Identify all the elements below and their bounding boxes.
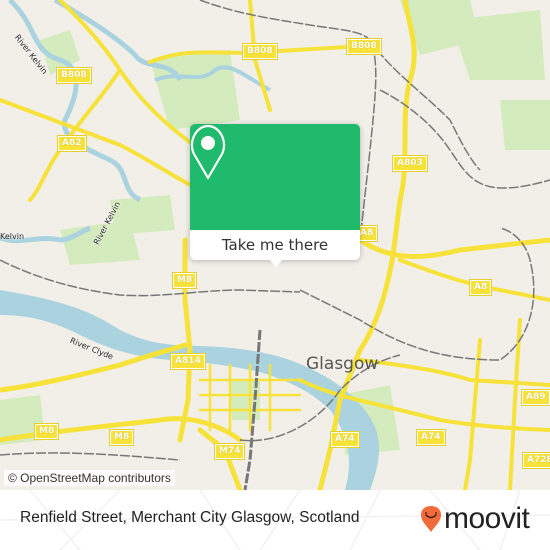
road-label-m74: M74 [213,443,246,460]
road-label-a728: A728 [522,452,550,469]
road-label-b808: B808 [242,43,278,60]
popup-pointer [268,258,284,267]
road-label-m8: M8 [33,423,60,440]
river-label-kelvin: Kelvin [0,232,25,241]
road-label-b808: B808 [346,38,382,55]
location-address: Renfield Street, Merchant City Glasgow, … [20,509,360,526]
map-attribution[interactable]: © OpenStreetMap contributors [4,470,175,486]
road-label-a74: A74 [416,429,446,446]
take-me-there-button[interactable]: Take me there [190,230,360,260]
moovit-logo[interactable]: moovit [420,502,530,535]
popup-header [190,124,360,230]
road-label-a8: A8 [468,279,493,296]
map[interactable]: B808 B808 B808 A82 A803 A8 A8 M8 A814 M8… [0,0,550,490]
road-label-a74: A74 [330,431,360,448]
moovit-pin-icon [421,506,441,532]
road-label-m8: M8 [108,429,135,446]
road-label-m8: M8 [171,272,198,289]
location-popup: Take me there [190,124,360,267]
road-label-a814: A814 [170,353,206,370]
city-label-glasgow: Glasgow [306,354,379,374]
road-label-a89: A89 [521,389,550,406]
footer: Renfield Street, Merchant City Glasgow, … [0,490,550,550]
map-pin-icon [190,124,226,180]
moovit-wordmark: moovit [444,502,530,535]
road-label-a82: A82 [57,135,87,152]
road-label-a803: A803 [392,155,428,172]
road-label-b808: B808 [56,67,92,84]
